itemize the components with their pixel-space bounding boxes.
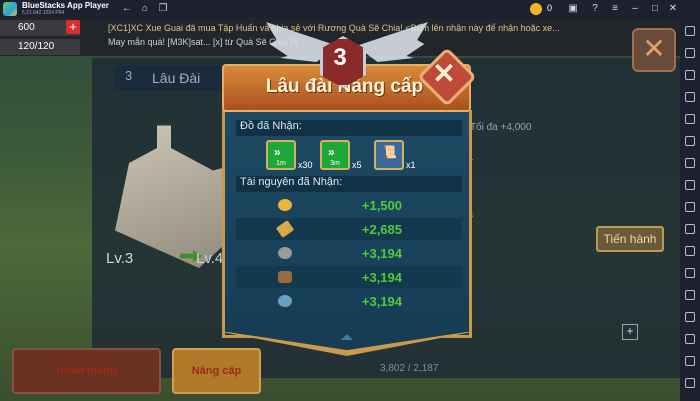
panel-header-number: 3 (125, 68, 133, 83)
app-title: BlueStacks App Player (22, 1, 109, 10)
apk-icon[interactable] (685, 180, 695, 190)
menu-icon[interactable]: ≡ (608, 2, 622, 16)
speedup-icon: » (274, 145, 281, 159)
level-to: Lv.4 (196, 250, 224, 267)
items-section-label: Đồ đã Nhận: (240, 120, 302, 132)
item-qty: x5 (352, 160, 362, 170)
item-qty: x1 (406, 160, 416, 170)
shake-icon[interactable] (685, 268, 695, 278)
resources-section-label: Tài nguyên đã Nhận: (240, 176, 343, 188)
window-titlebar: BlueStacks App Player 5.21.642.1024 P64 … (0, 0, 700, 18)
speedup-icon: » (328, 145, 335, 159)
scroll-icon: 📜 (382, 145, 397, 159)
power-counter: 3,802 / 2,187 (380, 363, 439, 374)
ore-value: +3,194 (361, 294, 402, 309)
chat-line-1[interactable]: [XC1]XC Xue Guai đã mua Tập Huấn và chia… (108, 22, 678, 35)
performance-icon[interactable] (685, 158, 695, 168)
back-icon[interactable]: ← (120, 2, 134, 16)
proceed-button[interactable]: Tiến hành (596, 226, 664, 252)
minimize-icon[interactable]: – (628, 2, 642, 16)
record-icon[interactable] (685, 246, 695, 256)
speedup-item-1m[interactable]: » 1m (266, 140, 296, 170)
finish-button[interactable]: Hoàn thành (12, 348, 161, 394)
gold-icon (278, 199, 292, 211)
gamepad-icon[interactable] (685, 114, 695, 124)
home-icon[interactable]: ⌂ (138, 2, 152, 16)
gift-icon[interactable]: ▣ (566, 2, 580, 16)
tabs-icon[interactable]: ❐ (156, 2, 170, 16)
gear-icon[interactable] (685, 334, 695, 344)
eco-mode-icon[interactable] (685, 312, 695, 322)
level-badge-number: 3 (333, 44, 347, 71)
screenshot-icon[interactable] (685, 202, 695, 212)
location-icon[interactable] (685, 290, 695, 300)
speedup-item-3m[interactable]: » 3m (320, 140, 350, 170)
wood-icon (278, 271, 292, 283)
folder-icon[interactable] (685, 224, 695, 234)
coin-icon (530, 3, 542, 15)
help-icon[interactable]: ? (588, 2, 602, 16)
close-icon[interactable]: ✕ (426, 56, 462, 92)
bluestacks-logo-icon (3, 2, 17, 16)
bluestacks-sidebar (680, 18, 700, 401)
food-icon (275, 220, 295, 238)
panel-close-button[interactable]: ✕ (632, 28, 676, 72)
settings-icon[interactable] (685, 48, 695, 58)
app-version: 5.21.642.1024 P64 (22, 10, 65, 16)
stone-value: +3,194 (361, 246, 402, 261)
add-button[interactable]: + (622, 324, 638, 340)
expand-icon[interactable] (685, 26, 695, 36)
maximize-icon[interactable]: □ (648, 2, 662, 16)
stone-icon (278, 247, 292, 259)
volume-icon[interactable] (685, 70, 695, 80)
scroll-item[interactable]: 📜 (374, 140, 404, 170)
keyboard-icon[interactable] (685, 92, 695, 102)
home-nav-icon[interactable] (685, 378, 695, 388)
ore-icon (278, 295, 292, 307)
gold-value: +1,500 (361, 198, 402, 213)
coin-count: 0 (547, 3, 553, 13)
close-window-icon[interactable]: ✕ (666, 2, 680, 16)
level-from: Lv.3 (106, 250, 134, 267)
food-value: +2,685 (361, 222, 402, 237)
item-qty: x30 (298, 160, 313, 170)
panel-header-title: Lâu Đài (152, 70, 201, 86)
item-badge: 3m (330, 160, 340, 167)
add-resource-button[interactable]: + (66, 20, 80, 34)
back-nav-icon[interactable] (685, 356, 695, 366)
wood-value: +3,194 (361, 270, 402, 285)
stamina-counter: 120/120 (0, 39, 80, 55)
dialog-bottom-ornament (222, 332, 472, 356)
macro-icon[interactable] (685, 136, 695, 146)
item-badge: 1m (276, 160, 286, 167)
